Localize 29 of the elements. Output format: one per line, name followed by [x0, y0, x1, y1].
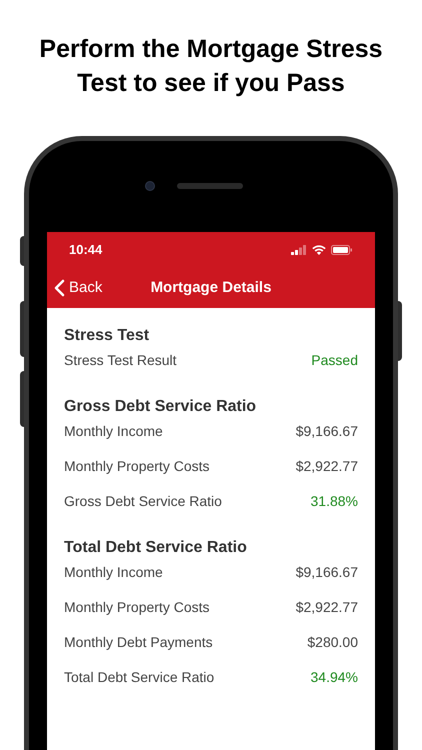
- row-value: Passed: [311, 351, 358, 370]
- row-label: Total Debt Service Ratio: [64, 668, 214, 687]
- status-time: 10:44: [69, 241, 102, 260]
- row-label: Monthly Income: [64, 563, 163, 582]
- row-label: Monthly Property Costs: [64, 457, 210, 476]
- screen-title: Mortgage Details: [150, 278, 272, 298]
- headline: Perform the Mortgage Stress Test to see if you Pass: [39, 34, 383, 99]
- row-label: Monthly Income: [64, 422, 163, 441]
- speaker-grille: [177, 183, 243, 189]
- section-heading: Gross Debt Service Ratio: [64, 397, 258, 417]
- section-heading: Stress Test: [64, 326, 150, 346]
- section-heading: Total Debt Service Ratio: [64, 538, 248, 558]
- signal-icon: [291, 245, 307, 255]
- back-button[interactable]: Back: [54, 276, 102, 300]
- row-value: $9,166.67: [296, 422, 358, 441]
- row-label: Monthly Debt Payments: [64, 633, 213, 652]
- row-value: $280.00: [307, 633, 358, 652]
- row-value: 34.94%: [310, 668, 358, 687]
- row-label: Gross Debt Service Ratio: [64, 492, 222, 511]
- row-value: $2,922.77: [296, 598, 358, 617]
- wifi-icon: [312, 245, 326, 255]
- row-label: Stress Test Result: [64, 351, 177, 370]
- row-value: 31.88%: [310, 492, 358, 511]
- row-value: $2,922.77: [296, 457, 358, 476]
- row-value: $9,166.67: [296, 563, 358, 582]
- camera-icon: [145, 181, 155, 191]
- chevron-left-icon: [54, 279, 65, 297]
- row-label: Monthly Property Costs: [64, 598, 210, 617]
- battery-icon: [331, 245, 353, 255]
